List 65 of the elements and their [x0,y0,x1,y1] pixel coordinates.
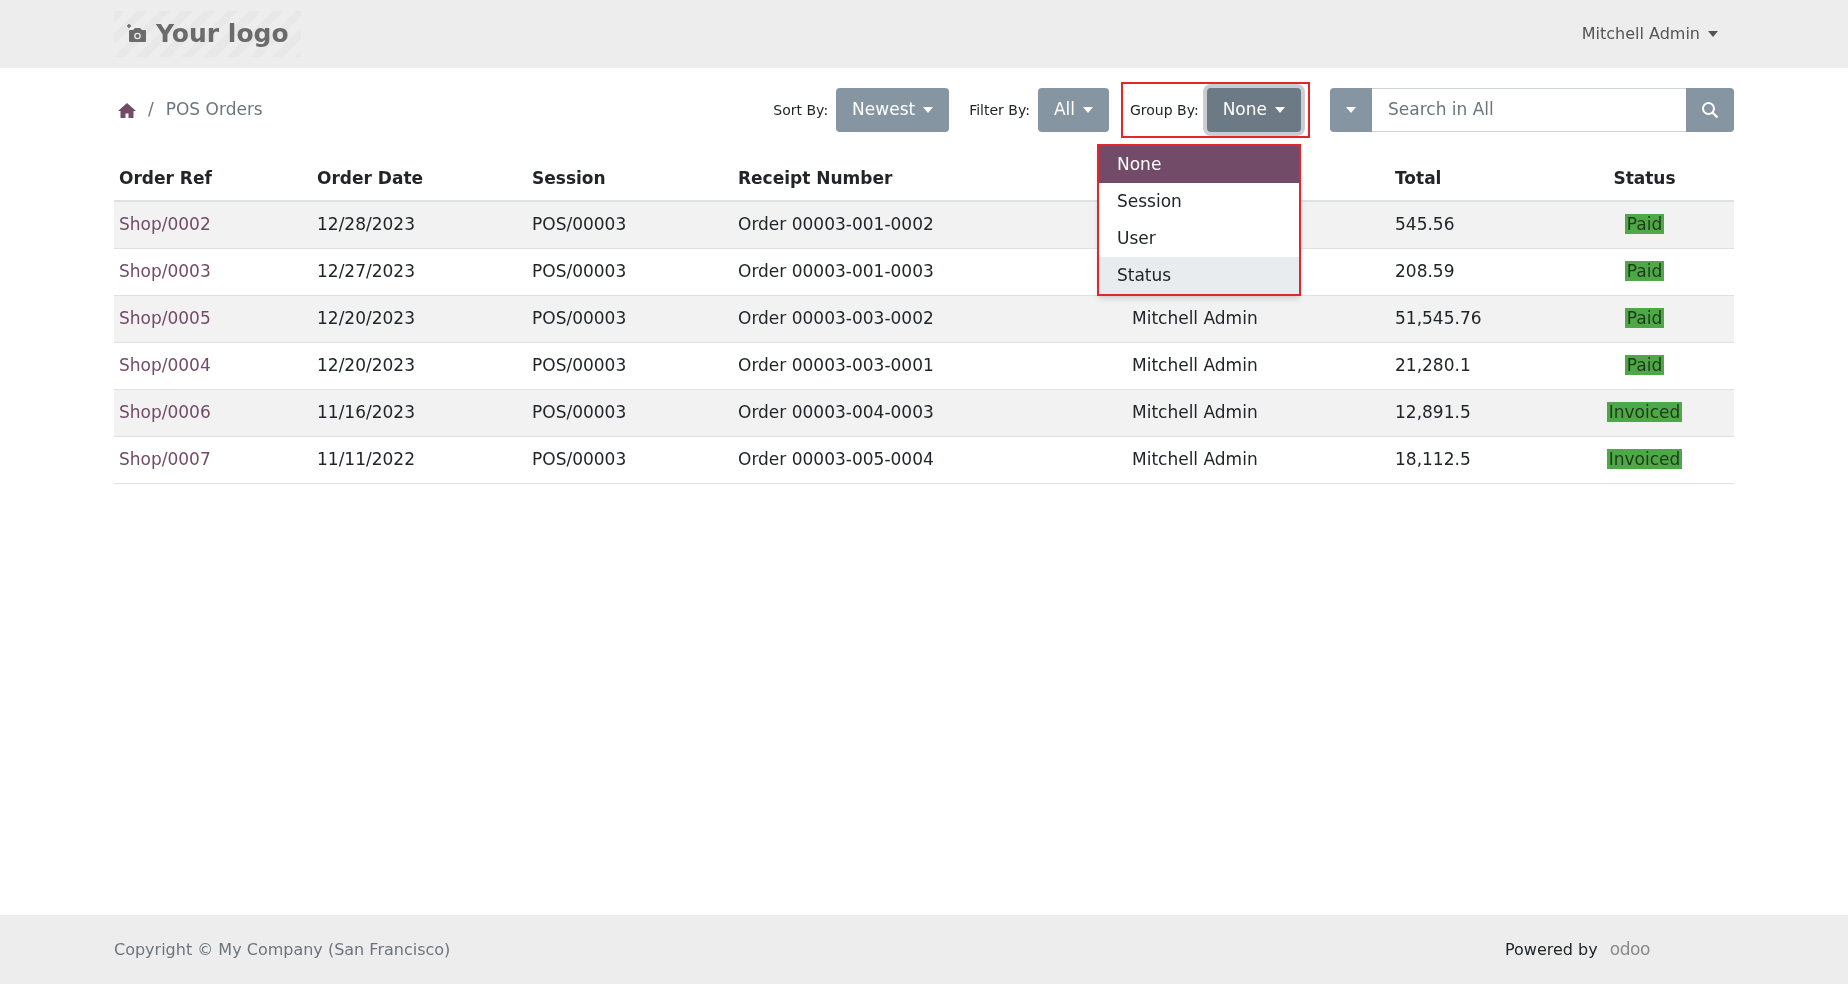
table-cell: 545.56 [1390,201,1555,248]
table-cell: 11/11/2022 [312,436,527,483]
user-menu[interactable]: Mitchell Admin [1581,22,1718,46]
status-badge: Paid [1624,354,1665,375]
copyright-text: Copyright © My Company (San Francisco) [114,938,451,961]
column-header: Order Ref [114,158,312,201]
caret-icon [923,107,934,113]
caret-icon [1346,107,1356,113]
group-label: Group By: [1129,100,1199,120]
column-header: Total [1390,158,1555,201]
table-cell: POS/00003 [527,436,733,483]
table-cell: 12/20/2023 [312,295,527,342]
table-cell: 12/20/2023 [312,342,527,389]
table-cell: POS/00003 [527,201,733,248]
order-link[interactable]: Shop/0003 [119,260,211,281]
menu-item[interactable]: None [1099,146,1299,183]
column-header: Status [1555,158,1734,201]
table-cell: Mitchell Admin [1127,295,1390,342]
table-cell: 12/28/2023 [312,201,527,248]
table-cell: Mitchell Admin [1127,342,1390,389]
table-cell: Order 00003-003-0001 [733,342,1127,389]
order-link[interactable]: Shop/0005 [119,307,211,328]
table-cell: Mitchell Admin [1127,389,1390,436]
filter-label: Filter By: [969,100,1030,120]
table-cell: POS/00003 [527,342,733,389]
table-cell: Order 00003-004-0003 [733,389,1127,436]
table-cell: 11/16/2023 [312,389,527,436]
powered-by-text: Powered by [1504,938,1598,961]
sort-label: Sort By: [773,100,829,120]
status-badge: Invoiced [1606,401,1683,422]
table-cell: Mitchell Admin [1127,436,1390,483]
menu-item[interactable]: Status [1099,257,1299,294]
search-field[interactable]: Search in All [1372,88,1686,132]
order-link[interactable]: Shop/0006 [119,401,211,422]
search-filter-dropdown[interactable] [1330,88,1372,132]
breadcrumb-item: POS Orders [165,98,263,122]
table-cell: Order 00003-005-0004 [733,436,1127,483]
table-cell: 12/27/2023 [312,248,527,295]
status-badge: Paid [1624,214,1665,234]
breadcrumb-separator: / [148,98,154,122]
camera-icon [126,24,148,44]
caret-icon [1708,31,1718,37]
order-link[interactable]: Shop/0007 [119,448,211,469]
table-cell: 12,891.5 [1390,389,1555,436]
table-cell: Order 00003-003-0002 [733,295,1127,342]
caret-icon [1275,107,1285,113]
table-cell: POS/00003 [527,248,733,295]
status-badge: Invoiced [1606,448,1683,469]
status-badge: Paid [1624,307,1665,328]
order-link[interactable]: Shop/0002 [119,214,211,234]
home-icon[interactable] [118,102,136,118]
logo[interactable]: Your logo [114,11,301,57]
table-cell: 208.59 [1390,248,1555,295]
caret-icon [1082,107,1093,113]
order-link[interactable]: Shop/0004 [119,354,211,375]
table-cell: 51,545.76 [1390,295,1555,342]
table-cell: 21,280.1 [1390,342,1555,389]
table-cell: 18,112.5 [1390,436,1555,483]
table-cell: POS/00003 [527,295,733,342]
status-badge: Paid [1624,260,1665,281]
column-header: Order Date [312,158,527,201]
search-button[interactable] [1686,88,1734,132]
table-cell: POS/00003 [527,389,733,436]
column-header: Session [527,158,733,201]
search-icon [1701,101,1719,119]
